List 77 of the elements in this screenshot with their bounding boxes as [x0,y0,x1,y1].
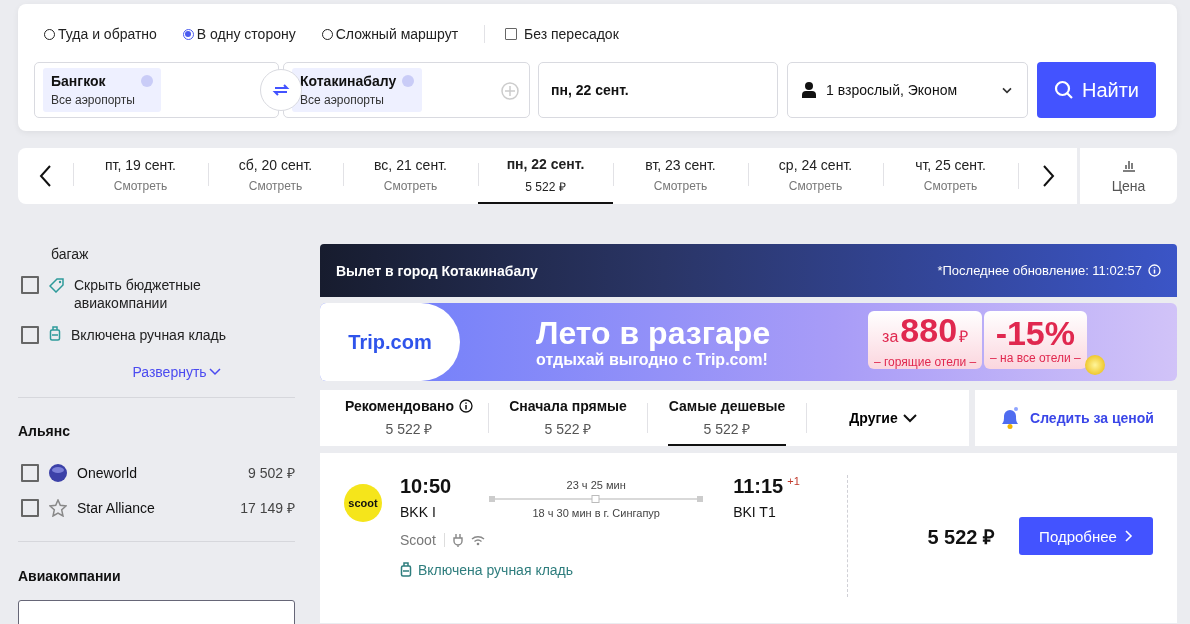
power-plug-icon [452,533,463,547]
wifi-icon [470,534,485,546]
ad-headline: Лето в разгаре [536,315,771,351]
swap-button[interactable] [260,69,302,111]
details-button[interactable]: Подробнее [1019,517,1153,555]
filter-checkbox[interactable] [21,326,39,344]
flight-price: 5 522 ₽ [927,524,995,550]
trip-type-radio[interactable]: Туда и обратно [44,26,157,42]
date-tab[interactable]: сб, 20 сент. Смотреть [208,148,343,204]
sort-tab[interactable]: Рекомендовано 5 522 ₽ [330,390,488,446]
section-title: Авиакомпании [18,568,122,584]
chevron-down-icon [208,368,221,376]
date-field[interactable]: пн, 22 сент. [538,62,778,118]
option-label: багаж [51,246,90,262]
date-tab[interactable]: вт, 23 сент. Смотреть [613,148,748,204]
departure-time: 10:50 [400,475,452,498]
date-tab[interactable]: чт, 25 сент. Смотреть [883,148,1018,204]
date-tab[interactable]: пн, 22 сент. 5 522 ₽ [478,148,613,204]
option-label: Включена ручная кладь [71,326,228,344]
date-tab[interactable]: вс, 21 сент. Смотреть [343,148,478,204]
city-name: Бангкок [51,73,107,89]
sort-tab[interactable]: Сначала прямые 5 522 ₽ [489,390,647,446]
other-sort-dropdown[interactable]: Другие [807,390,959,446]
alliance-checkbox[interactable] [21,463,39,482]
search-button[interactable]: Найти [1037,62,1156,118]
baggage-info: Включена ручная кладь [418,562,574,578]
option-label: Скрыть бюджетные авиакомпании [74,276,202,312]
arrival-airport: BKI T1 [733,504,777,520]
city-name: Котакинабалу [300,73,397,89]
alliance-price: 17 149 ₽ [240,499,295,517]
luggage-icon [400,562,412,578]
hotel-price-badge: за880₽ – горящие отели – [868,311,983,369]
trip-type-radio[interactable]: Сложный маршрут [321,26,459,42]
swap-arrows-icon [272,82,290,98]
airports-label: Все аэропорты [51,93,135,107]
header-title: Вылет в город Котакинабалу [336,262,538,279]
layover-info: 18 ч 30 мин в г. Сингапур [532,507,660,519]
arrival-time: 11:15 [733,475,784,498]
date-tab[interactable]: пт, 19 сент. Смотреть [73,148,208,204]
sort-tab[interactable]: Самые дешевые 5 522 ₽ [648,390,806,446]
flight-duration: 23 ч 25 мин [566,479,626,491]
section-title: Альянс [18,423,72,439]
airline-search-field[interactable] [18,600,295,624]
airports-label: Все аэропорты [300,93,385,107]
filter-checkbox[interactable] [21,276,39,294]
luggage-icon [49,326,61,342]
trip-type-radio[interactable]: В одну сторону [182,26,296,42]
passengers-dropdown[interactable]: 1 взрослый, Эконом [787,62,1028,118]
track-price-button[interactable]: Следить за ценой [975,390,1177,446]
person-icon [802,82,816,98]
chevron-down-icon [902,413,917,423]
airline-name: Scoot [400,532,436,548]
origin-field[interactable]: Бангкок Все аэропорты [34,62,279,118]
expand-link[interactable]: Развернуть [132,364,221,380]
chevron-right-icon [1124,530,1133,542]
brand-logo: Trip.com [348,330,432,354]
coin-icon [1085,355,1105,375]
departure-airport: BKK I [400,504,437,520]
discount-badge: -15% – на все отели – [984,311,1087,369]
globe-icon [49,463,67,482]
ad-subline: отдыхай выгодно с Trip.com! [536,351,769,369]
star-icon [49,498,67,517]
alliance-checkbox[interactable] [21,498,39,517]
date-tab[interactable]: ср, 24 сент. Смотреть [748,148,883,204]
airline-logo: scoot [344,484,382,522]
alliance-name: Star Alliance [77,499,156,516]
alliance-name: Oneworld [77,464,138,481]
bar-chart-icon [1121,158,1136,172]
ad-banner[interactable]: Trip.com Лето в разгаре отдыхай выгодно с Trip.com! за880₽ – горящие отели – -15% – на все отели – [320,303,1177,381]
update-time: *Последнее обновление: 11:02:57 [937,263,1142,278]
day-offset: +1 [787,475,800,487]
alliance-price: 9 502 ₽ [248,464,295,482]
tag-icon [49,278,64,293]
nonstop-checkbox[interactable]: Без пересадок [505,26,619,42]
price-chart-tab[interactable]: Цена [1077,148,1177,204]
info-icon[interactable] [1148,264,1161,277]
search-icon [1053,80,1074,100]
